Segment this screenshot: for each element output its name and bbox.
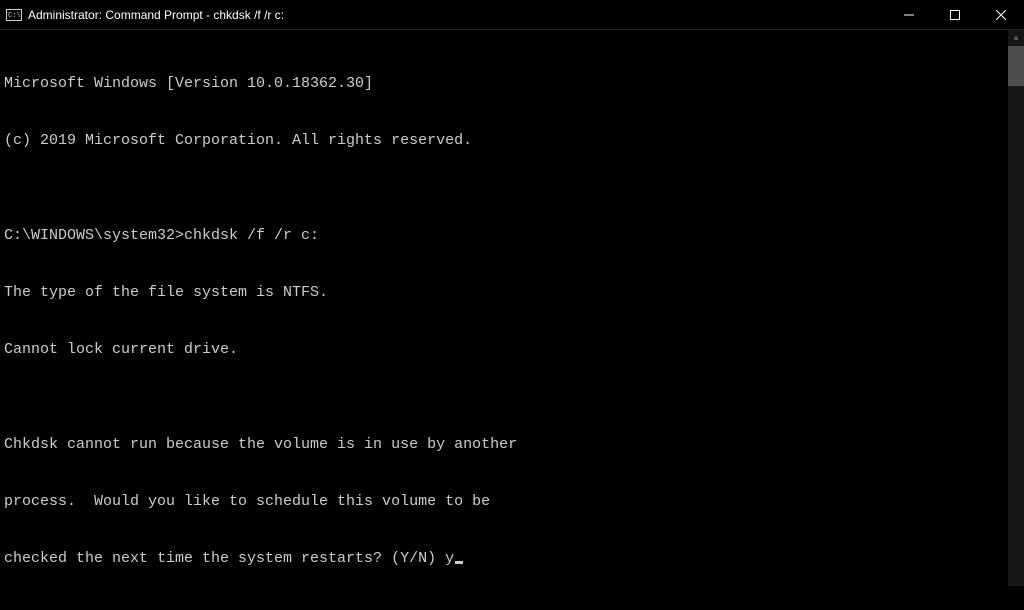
scrollbar-track[interactable]: ▲ [1008, 30, 1024, 586]
window-titlebar: C:\ Administrator: Command Prompt - chkd… [0, 0, 1024, 30]
terminal-line: (c) 2019 Microsoft Corporation. All righ… [4, 131, 1020, 150]
minimize-button[interactable] [886, 0, 932, 29]
terminal-line: Cannot lock current drive. [4, 340, 1020, 359]
svg-text:C:\: C:\ [8, 12, 21, 20]
window-title: Administrator: Command Prompt - chkdsk /… [28, 8, 284, 22]
close-button[interactable] [978, 0, 1024, 29]
maximize-button[interactable] [932, 0, 978, 29]
terminal-line: C:\WINDOWS\system32>chkdsk /f /r c: [4, 226, 1020, 245]
cmd-icon: C:\ [6, 7, 22, 23]
terminal-content: Microsoft Windows [Version 10.0.18362.30… [0, 30, 1024, 610]
terminal-line: Microsoft Windows [Version 10.0.18362.30… [4, 74, 1020, 93]
text-cursor [455, 561, 463, 564]
terminal-line: process. Would you like to schedule this… [4, 492, 1020, 511]
terminal-line: checked the next time the system restart… [4, 549, 1020, 568]
scroll-up-arrow-icon[interactable]: ▲ [1008, 30, 1024, 46]
terminal-body[interactable]: Microsoft Windows [Version 10.0.18362.30… [0, 30, 1024, 586]
titlebar-left: C:\ Administrator: Command Prompt - chkd… [0, 7, 284, 23]
terminal-line: The type of the file system is NTFS. [4, 283, 1020, 302]
scrollbar-thumb[interactable] [1008, 46, 1024, 86]
window-controls [886, 0, 1024, 29]
terminal-line: Chkdsk cannot run because the volume is … [4, 435, 1020, 454]
terminal-prompt-line: checked the next time the system restart… [4, 550, 454, 567]
